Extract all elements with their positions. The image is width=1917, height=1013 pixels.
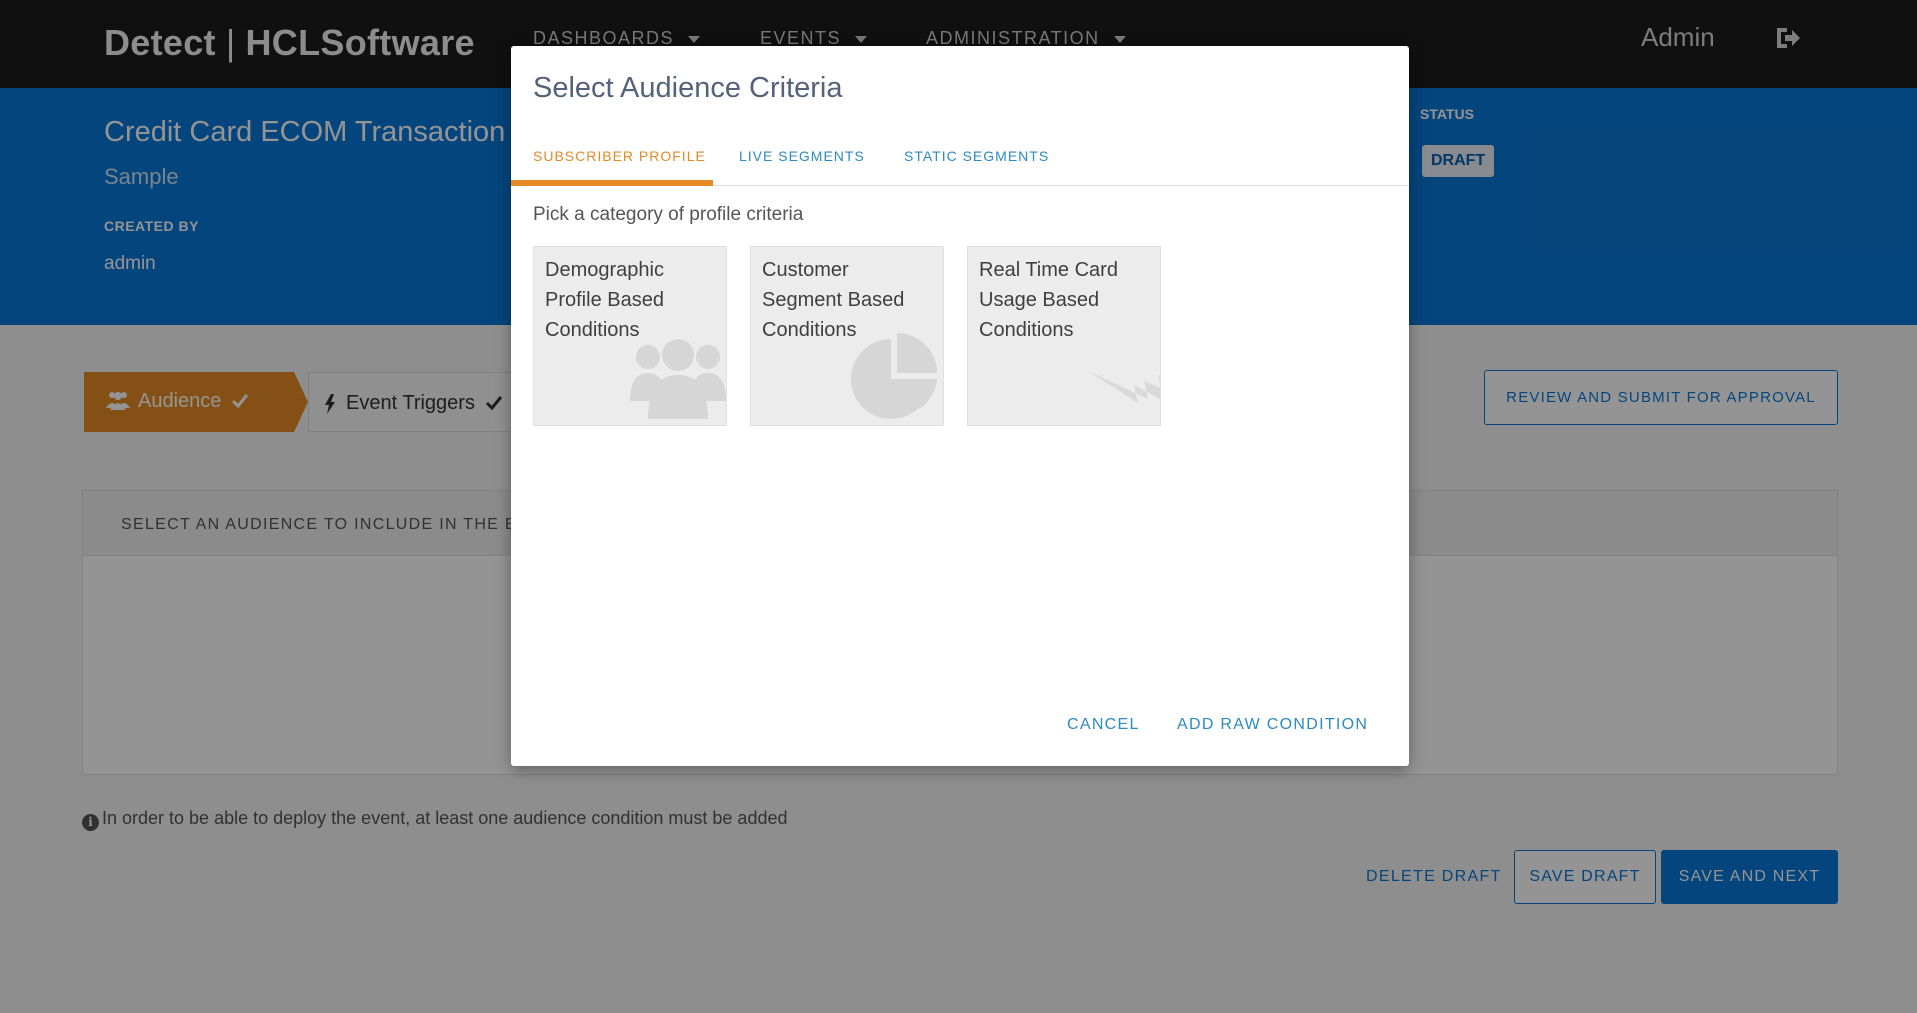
active-tab-indicator [511,180,713,186]
modal-hint: Pick a category of profile criteria [533,204,804,225]
users-icon [630,339,726,419]
tab-static-segments[interactable]: STATIC SEGMENTS [904,148,1049,164]
cancel-button[interactable]: CANCEL [1067,716,1140,734]
lightning-icon [1088,371,1160,403]
tab-subscriber-profile[interactable]: SUBSCRIBER PROFILE [533,148,706,164]
select-audience-modal: Select Audience Criteria SUBSCRIBER PROF… [511,46,1409,766]
card-label: Real Time Card Usage Based Conditions [979,259,1118,341]
card-customer-segment[interactable]: Customer Segment Based Conditions [750,246,944,426]
add-raw-condition-button[interactable]: ADD RAW CONDITION [1177,716,1368,734]
pie-chart-icon [851,333,937,419]
card-label: Demographic Profile Based Conditions [545,259,664,341]
card-real-time-card-usage[interactable]: Real Time Card Usage Based Conditions [967,246,1161,426]
tab-live-segments[interactable]: LIVE SEGMENTS [739,148,865,164]
card-demographic-profile[interactable]: Demographic Profile Based Conditions [533,246,727,426]
modal-title: Select Audience Criteria [533,72,843,104]
card-label: Customer Segment Based Conditions [762,259,905,341]
